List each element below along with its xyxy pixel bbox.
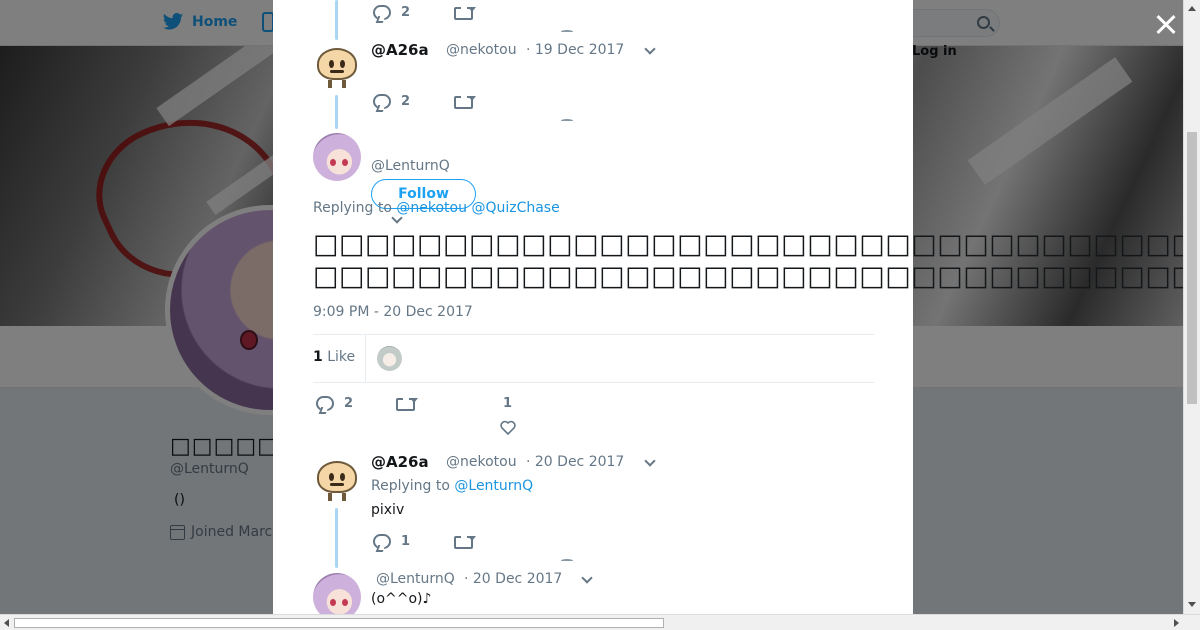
vertical-scrollbar[interactable] [1183,0,1200,614]
replying-to-prefix: Replying to [313,200,392,216]
replying-to-mention[interactable]: @QuizChase [471,200,559,216]
tweet-text: pixiv [371,502,405,518]
reply-action[interactable]: 2 [373,5,410,20]
reply-icon [316,396,334,411]
reply-action[interactable]: 2 [316,396,353,411]
heart-icon[interactable] [561,119,573,122]
tweet-author-name[interactable]: @A26a [371,453,429,471]
tweet-date[interactable]: · 20 Dec 2017 [464,571,562,587]
reply-action[interactable]: 1 [373,534,410,549]
divider [313,334,874,335]
vertical-scrollbar-thumb[interactable] [1187,132,1197,404]
thread-line [335,0,338,40]
reply-icon [373,534,391,549]
avatar[interactable] [313,573,361,614]
heart-icon[interactable] [561,559,573,562]
tweet-author-name[interactable]: @A26a [371,41,429,59]
retweet-action[interactable] [454,94,476,109]
tweet-author-handle[interactable]: @nekotou [446,42,517,58]
replying-to: Replying to @LenturnQ [371,478,533,494]
horizontal-scrollbar-thumb[interactable] [14,618,664,628]
retweet-icon [454,534,476,549]
tweet-date[interactable]: · 20 Dec 2017 [526,454,624,470]
scroll-down-arrow[interactable] [1188,602,1196,607]
retweet-action[interactable] [396,396,418,411]
tweet-author-handle[interactable]: @nekotou [446,454,517,470]
reply-count: 1 [401,534,411,549]
replying-to: Replying to @nekotou @QuizChase [313,200,560,216]
tweet-author-handle[interactable]: @LenturnQ [376,571,455,587]
tweet-text: (o^^o)♪ [371,591,432,607]
reply-action[interactable]: 2 [373,94,410,109]
likes-label: Like [327,349,356,365]
horizontal-scrollbar[interactable] [0,614,1200,630]
reply-count: 2 [344,396,354,411]
tweet-text: □□□□□□□□□□□□□□□□□□□□□□□□□□□□□□□□□□□□□□□□… [313,261,1200,292]
tweet-date[interactable]: · 19 Dec 2017 [526,42,624,58]
reply-count: 2 [401,94,411,109]
divider [313,382,874,383]
reply-icon [373,5,391,20]
heart-icon[interactable] [500,420,516,435]
heart-icon[interactable] [561,30,573,33]
likes-count: 1 [313,349,323,365]
replying-to-prefix: Replying to [371,478,450,494]
thread-line [335,508,338,568]
scroll-left-arrow[interactable] [4,619,9,627]
retweet-icon [454,5,476,20]
tweet-author-handle[interactable]: @LenturnQ [371,158,450,174]
replying-to-mention[interactable]: @LenturnQ [454,478,533,494]
retweet-action[interactable] [454,5,476,20]
tweet-text: □□□□□□□□□□□□□□□□□□□□□□□□□□□□□□□□□□□□□ [313,229,1200,260]
liker-avatar[interactable] [377,346,402,371]
scroll-up-arrow[interactable] [1188,6,1196,11]
divider [365,335,366,382]
avatar[interactable] [313,42,361,90]
reply-count: 2 [401,5,411,20]
close-icon[interactable] [1152,10,1180,38]
avatar[interactable] [313,455,361,503]
retweet-action[interactable] [454,534,476,549]
like-count: 1 [503,396,513,411]
thread-line [335,95,338,129]
scroll-right-arrow[interactable] [1174,619,1179,627]
retweet-icon [396,396,418,411]
retweet-icon [454,94,476,109]
likes-stat[interactable]: 1 Like [313,349,355,365]
avatar[interactable] [313,133,361,181]
replying-to-mention[interactable]: @nekotou [396,200,467,216]
tweet-timestamp[interactable]: 9:09 PM - 20 Dec 2017 [313,304,473,320]
reply-icon [373,94,391,109]
